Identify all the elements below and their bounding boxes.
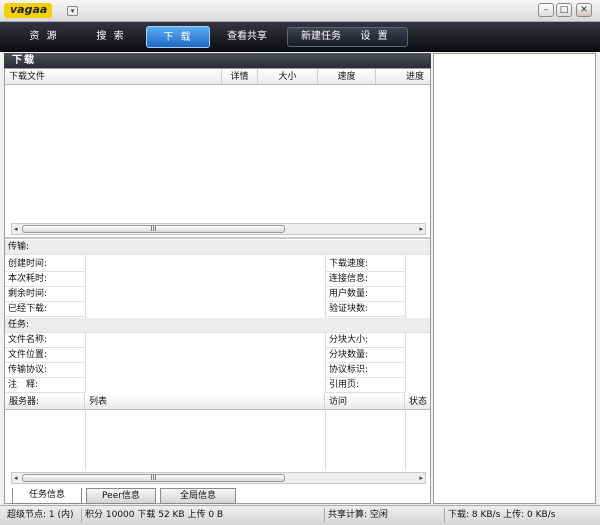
label-elapsed-time: 本次耗时: xyxy=(5,272,85,287)
minimize-button[interactable]: – xyxy=(538,3,554,17)
tab-global-info[interactable]: 全局信息 xyxy=(160,488,236,504)
grid-line xyxy=(85,240,86,393)
main-nav: 资 源 搜 索 下 载 查看共享 新建任务 设 置 xyxy=(0,22,600,52)
status-bar: 超级节点: 1 (内) 积分 10000 下载 52 KB 上传 0 B 共享计… xyxy=(0,505,600,525)
nav-settings[interactable]: 设 置 xyxy=(352,27,398,47)
column-header-file[interactable]: 下载文件 xyxy=(5,69,222,85)
grid-line xyxy=(405,410,406,470)
side-panel xyxy=(433,53,596,504)
label-protocol: 传输协议: xyxy=(5,363,85,378)
column-header-progress[interactable]: 进度 xyxy=(376,69,430,85)
status-points: 积分 10000 下载 52 KB 上传 0 B xyxy=(82,508,325,523)
label-created-time: 创建时间: xyxy=(5,257,85,272)
label-block-count: 分块数量: xyxy=(326,348,406,363)
transfer-header: 传输: xyxy=(5,240,430,255)
scroll-left-icon[interactable]: ◂ xyxy=(14,473,18,483)
status-share-compute: 共享计算: 空闲 xyxy=(325,508,445,523)
status-super-nodes: 超级节点: 1 (内) xyxy=(4,508,82,523)
title-bar: vagaa ▾ – □ ✕ xyxy=(0,0,600,22)
label-protocol-id: 协议标识: xyxy=(326,363,406,378)
label-file-location: 文件位置: xyxy=(5,348,85,363)
label-user-count: 用户数量: xyxy=(326,287,406,302)
close-button[interactable]: ✕ xyxy=(576,3,592,17)
grid-line xyxy=(85,410,86,470)
tab-task-info[interactable]: 任务信息 xyxy=(12,488,82,504)
label-comment: 注 释: xyxy=(5,378,85,393)
column-header-list[interactable]: 列表 xyxy=(85,394,325,410)
column-header-speed[interactable]: 速度 xyxy=(318,69,376,85)
splitter[interactable] xyxy=(5,237,430,239)
section-title: 下载 xyxy=(4,53,431,68)
tab-peer-info[interactable]: Peer信息 xyxy=(86,488,156,504)
column-header-size[interactable]: 大小 xyxy=(258,69,318,85)
app-logo: vagaa xyxy=(4,3,52,18)
scroll-right-icon[interactable]: ▸ xyxy=(419,473,423,483)
label-download-speed: 下载速度: xyxy=(326,257,406,272)
download-list-scrollbar[interactable]: ◂ III ▸ xyxy=(11,223,426,235)
nav-search[interactable]: 搜 索 xyxy=(85,26,137,48)
column-header-details[interactable]: 详情 xyxy=(222,69,258,85)
server-list-scrollbar[interactable]: ◂ III ▸ xyxy=(11,472,426,484)
column-header-server[interactable]: 服务器: xyxy=(5,394,85,410)
scroll-thumb[interactable]: III xyxy=(22,474,285,482)
label-remaining-time: 剩余时间: xyxy=(5,287,85,302)
label-file-name: 文件名称: xyxy=(5,333,85,348)
app-logo-text: vagaa xyxy=(10,3,48,16)
column-header-access[interactable]: 访问 xyxy=(325,394,405,410)
scroll-thumb[interactable]: III xyxy=(22,225,285,233)
nav-shares[interactable]: 查看共享 xyxy=(218,26,276,48)
scroll-right-icon[interactable]: ▸ xyxy=(419,224,423,234)
status-speed: 下载: 8 KB/s 上传: 0 KB/s xyxy=(448,510,556,520)
download-list[interactable] xyxy=(5,85,430,223)
label-connection-info: 连接信息: xyxy=(326,272,406,287)
nav-resources[interactable]: 资 源 xyxy=(18,26,70,48)
label-block-size: 分块大小: xyxy=(326,333,406,348)
download-panel: 下载文件 详情 大小 速度 进度 ◂ III ▸ 传输: 创建时间: 本次耗时:… xyxy=(4,68,431,504)
label-verified-blocks: 验证块数: xyxy=(326,302,406,317)
maximize-button[interactable]: □ xyxy=(556,3,572,17)
nav-new-task[interactable]: 新建任务 xyxy=(292,27,350,47)
label-downloaded: 已经下载: xyxy=(5,302,85,317)
label-referrer: 引用页: xyxy=(326,378,406,393)
app-menu-button[interactable]: ▾ xyxy=(67,6,78,16)
grid-line xyxy=(325,410,326,470)
nav-download[interactable]: 下 载 xyxy=(146,26,210,48)
column-header-status[interactable]: 状态 xyxy=(405,394,430,410)
task-header: 任务: xyxy=(5,318,430,333)
scroll-left-icon[interactable]: ◂ xyxy=(14,224,18,234)
server-list[interactable] xyxy=(5,410,430,470)
